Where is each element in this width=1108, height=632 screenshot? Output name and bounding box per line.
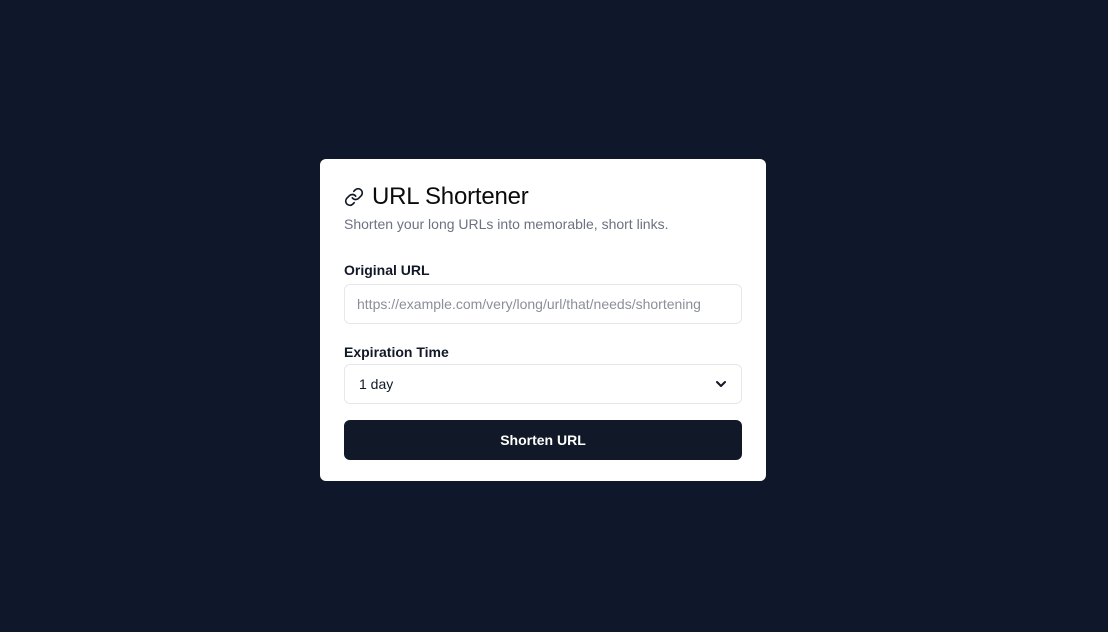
original-url-label: Original URL xyxy=(344,262,430,278)
original-url-input[interactable] xyxy=(344,284,742,324)
expiration-selected-value: 1 day xyxy=(359,376,394,392)
url-shortener-card: URL Shortener Shorten your long URLs int… xyxy=(320,159,766,481)
shorten-url-button[interactable]: Shorten URL xyxy=(344,420,742,460)
link-icon xyxy=(344,187,364,207)
expiration-time-label: Expiration Time xyxy=(344,344,449,360)
page-subtitle: Shorten your long URLs into memorable, s… xyxy=(344,216,669,232)
title-row: URL Shortener xyxy=(344,183,742,211)
expiration-time-select[interactable]: 1 day xyxy=(344,364,742,404)
page-title: URL Shortener xyxy=(372,183,529,210)
chevron-down-icon xyxy=(715,378,727,390)
